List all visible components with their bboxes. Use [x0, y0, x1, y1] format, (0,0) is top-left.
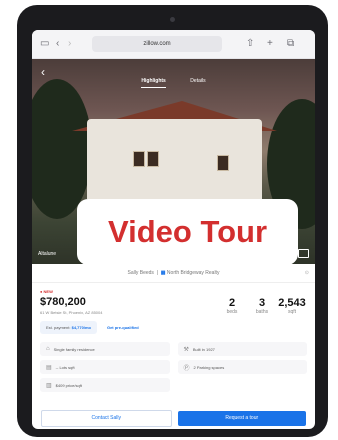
browser-toolbar: ▭ ‹ › zillow.com ⇧ + ⧉ [32, 30, 315, 59]
parking-icon: Ⓟ [183, 365, 190, 372]
brokerage-logo-icon: ▦ [160, 270, 166, 276]
sidebar-icon[interactable]: ▭ [40, 38, 49, 50]
home-icon: ⌂ [46, 346, 50, 352]
payment-row: Est. payment: $4,770/mo Get pre-qualifie… [40, 321, 307, 334]
listing-photo[interactable]: ‹ Highlights Details Video Tour • • • • … [32, 59, 315, 264]
baths-stat: 3 baths [255, 297, 269, 315]
tabs-icon[interactable]: ⧉ [287, 38, 294, 50]
contact-agent-button[interactable]: Contact Sally [41, 409, 172, 427]
price-icon: ▥ [46, 382, 52, 389]
fact-price-per-sqft: ▥ $409 price/sqft [40, 378, 170, 392]
prequalify-link[interactable]: Get pre-qualified [107, 325, 139, 330]
facts-grid: ⌂ Single family residence ⚒ Built in 1927 … [40, 342, 307, 392]
house [87, 119, 262, 199]
back-icon[interactable]: ‹ [56, 38, 59, 50]
fact-parking: Ⓟ 2 Parking spaces [177, 360, 307, 374]
photo-pager-dots: • • • • [160, 250, 187, 256]
camera-dot [170, 17, 175, 22]
more-options-icon[interactable]: ⊙ [305, 264, 309, 282]
hammer-icon: ⚒ [183, 346, 189, 353]
photo-tabs: Highlights Details [32, 69, 315, 88]
listed-by: Sally Beeds | ▦ North Bridgeway Realty ⊙ [32, 264, 315, 283]
status-badge: ● NEW [40, 289, 53, 294]
listing-info: ● NEW $780,200 61 W Betsie St, Phoenix, … [32, 283, 315, 315]
home-stats: 2 beds 3 baths 2,543 sqft [217, 297, 307, 315]
share-icon[interactable]: ⇧ [246, 38, 254, 50]
request-tour-button[interactable]: Request a tour [177, 410, 306, 426]
new-tab-icon[interactable]: + [267, 38, 273, 50]
window [133, 151, 145, 167]
screen: ▭ ‹ › zillow.com ⇧ + ⧉ ‹ Highlights Deta… [32, 30, 315, 429]
ruler-icon: ▤ [46, 364, 52, 371]
fact-lot-size: ▤ -- Lots sqft [40, 360, 170, 374]
agent-name: Sally Beeds [127, 270, 154, 276]
beds-stat: 2 beds [226, 297, 238, 315]
url-bar[interactable]: zillow.com [92, 36, 222, 52]
brokerage-name: North Bridgeway Realty [166, 270, 220, 276]
window [147, 151, 159, 167]
estimated-payment[interactable]: Est. payment: $4,770/mo [40, 321, 97, 334]
photo-credit: Altalune [38, 251, 57, 257]
tab-highlights[interactable]: Highlights [141, 78, 166, 88]
forward-icon[interactable]: › [68, 38, 71, 50]
fact-home-type: ⌂ Single family residence [40, 342, 170, 356]
fact-year-built: ⚒ Built in 1927 [177, 342, 307, 356]
tree [32, 79, 92, 219]
sqft-stat: 2,543 sqft [278, 297, 306, 315]
tab-details[interactable]: Details [190, 78, 205, 87]
action-bar: Contact Sally Request a tour [32, 407, 315, 429]
window [217, 155, 229, 171]
gallery-icon[interactable] [298, 249, 309, 258]
